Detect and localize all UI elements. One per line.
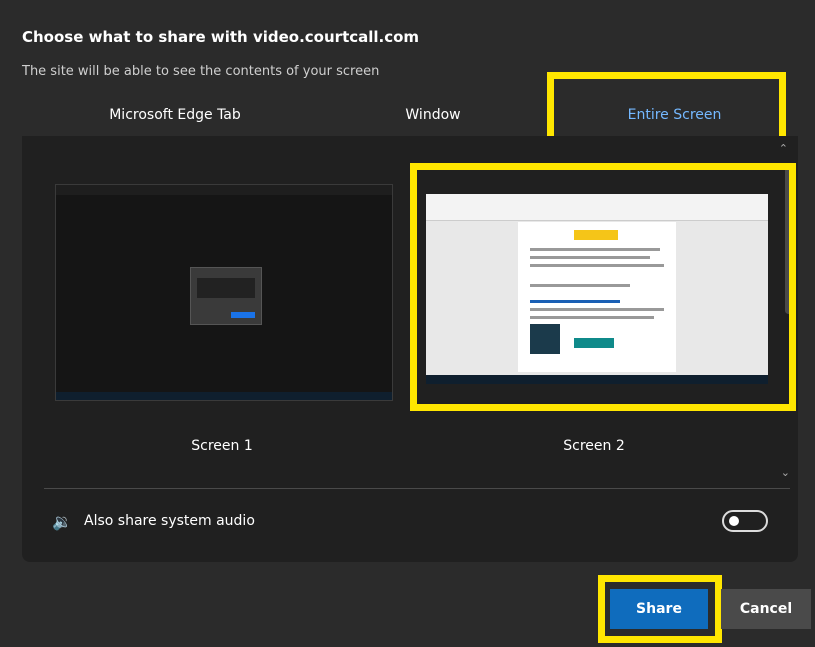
tab-edge-tab[interactable]: Microsoft Edge Tab (22, 98, 328, 136)
dialog-title: Choose what to share with video.courtcal… (22, 28, 420, 46)
thumbnail-topbar (56, 185, 392, 195)
toggle-knob (729, 516, 739, 526)
thumbnail-dialog-content (197, 278, 255, 298)
share-button[interactable]: Share (610, 589, 708, 629)
screen-1-thumbnail[interactable] (55, 184, 393, 401)
speaker-icon: 🔉 (52, 512, 72, 531)
system-audio-label: Also share system audio (84, 513, 255, 529)
system-audio-toggle[interactable] (722, 510, 768, 532)
screen-1-label: Screen 1 (191, 438, 253, 454)
tab-window[interactable]: Window (328, 98, 538, 136)
highlight-box-screen (410, 163, 796, 411)
thumbnail-dialog-button (231, 312, 255, 318)
thumbnail-taskbar (56, 392, 392, 400)
cancel-button[interactable]: Cancel (721, 589, 811, 629)
divider (44, 488, 790, 489)
scroll-up-icon[interactable]: ⌃ (779, 142, 788, 155)
scroll-down-icon[interactable]: ⌄ (781, 466, 790, 479)
dialog-subtitle: The site will be able to see the content… (22, 64, 380, 79)
screen-2-label: Screen 2 (563, 438, 625, 454)
thumbnail-dialog (190, 267, 262, 325)
